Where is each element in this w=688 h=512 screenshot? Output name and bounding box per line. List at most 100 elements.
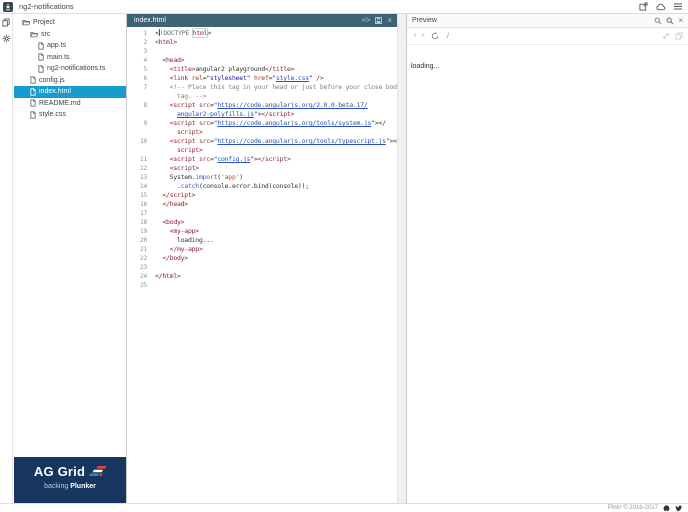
code-row: 10 <script src="https://code.angularjs.o…	[127, 137, 397, 146]
top-bar: ng2-notifications	[0, 0, 688, 14]
tree-item-index-html[interactable]: index.html	[14, 86, 126, 98]
file-icon	[38, 65, 44, 73]
tree-item-style-css[interactable]: style.css	[14, 109, 126, 121]
tab-index-html[interactable]: index.html	[127, 17, 166, 24]
code-row: 12 <script>	[127, 164, 397, 173]
ag-grid-sponsor-banner[interactable]: AG Grid backing Plunker	[14, 457, 126, 503]
sponsor-tagline: backing Plunker	[44, 483, 96, 490]
settings-gear-icon[interactable]	[2, 34, 11, 43]
zoom-in-icon[interactable]	[666, 17, 674, 25]
line-number: 16	[140, 201, 147, 208]
editor-pane: index.html </> × 1 <!DOCTYPE html> 2 <html>…	[127, 14, 406, 503]
refresh-icon[interactable]	[431, 32, 439, 40]
file-icon	[38, 42, 44, 50]
file-name: app.ts	[47, 42, 67, 50]
line-number: 24	[140, 273, 147, 280]
editor-scrollbar[interactable]	[397, 14, 406, 503]
zoom-out-icon[interactable]	[654, 17, 662, 25]
twitter-icon[interactable]	[675, 504, 683, 512]
file-name: Project	[33, 19, 55, 27]
code-row: 3	[127, 47, 397, 56]
line-number: 17	[140, 210, 147, 217]
tree-item-project[interactable]: Project	[14, 17, 126, 29]
code-row: 4 <head>	[127, 56, 397, 65]
line-number: 7	[143, 84, 148, 91]
ag-grid-logo-icon	[89, 465, 107, 478]
tree-item-app-ts[interactable]: app.ts	[14, 40, 126, 52]
line-number: 9	[143, 120, 148, 127]
code-row: 9 <script src="https://code.angularjs.or…	[127, 119, 397, 128]
tree-item-main-ts[interactable]: main.ts	[14, 52, 126, 64]
line-number: 11	[140, 156, 147, 163]
preview-url[interactable]: /	[447, 33, 658, 40]
line-number: 8	[143, 102, 148, 109]
editor-tab-bar: index.html </> ×	[127, 14, 397, 27]
code-row: 7 <!-- Place this tag in your head or ju…	[127, 83, 397, 92]
preview-content: loading...	[407, 45, 688, 73]
footer: Plnkr © 2016-2017	[0, 503, 688, 512]
code-row: tag. -->	[127, 92, 397, 101]
tree-item-ng2-notifications-ts[interactable]: ng2-notifications.ts	[14, 63, 126, 75]
line-number: 25	[140, 282, 147, 289]
line-number: 23	[140, 264, 147, 271]
line-number: 10	[140, 138, 147, 145]
resize-icon[interactable]	[662, 32, 670, 40]
folder-open-icon	[30, 31, 38, 38]
preview-header: Preview ×	[407, 14, 688, 28]
code-row: 5 <title>angular2 playground</title>	[127, 65, 397, 74]
plunker-logo-icon[interactable]	[3, 1, 13, 12]
code-row: 21 </my-app>	[127, 245, 397, 254]
code-view-icon[interactable]: </>	[362, 18, 371, 24]
line-number: 2	[143, 39, 148, 46]
copy-icon[interactable]	[2, 18, 10, 27]
line-number	[127, 146, 155, 155]
file-icon	[30, 88, 36, 96]
forward-icon[interactable]: ›	[421, 31, 425, 41]
code-row: 22 </body>	[127, 254, 397, 263]
tree-item-src[interactable]: src	[14, 29, 126, 41]
file-name: ng2-notifications.ts	[47, 65, 106, 73]
code-row: 2 <html>	[127, 38, 397, 47]
code-row: 23	[127, 263, 397, 272]
line-number: 1	[143, 30, 148, 37]
open-external-icon[interactable]	[639, 2, 648, 11]
close-preview-icon[interactable]: ×	[678, 16, 683, 25]
line-number: 15	[140, 192, 147, 199]
project-title: ng2-notifications	[19, 2, 74, 11]
file-icon	[30, 99, 36, 107]
code-row: 11 <script src="config.js"></script>	[127, 155, 397, 164]
sponsor-name: AG Grid	[33, 464, 86, 479]
line-number: 19	[140, 228, 147, 235]
preview-title: Preview	[412, 17, 437, 24]
code-row: 18 <body>	[127, 218, 397, 227]
close-tab-icon[interactable]: ×	[387, 16, 392, 24]
copyright: Plnkr © 2016-2017	[607, 505, 658, 511]
line-number: 3	[143, 48, 148, 55]
folder-open-icon	[22, 19, 30, 26]
github-icon[interactable]	[663, 504, 670, 512]
code-row: 19 <my-app>	[127, 227, 397, 236]
code-row: script>	[127, 146, 397, 155]
menu-icon[interactable]	[674, 3, 682, 10]
back-icon[interactable]: ‹	[413, 31, 417, 41]
left-toolbar	[0, 14, 13, 503]
code-row: 1 <!DOCTYPE html>	[127, 29, 397, 38]
popout-copy-icon[interactable]	[675, 32, 683, 40]
line-number: 13	[140, 174, 147, 181]
tree-item-config-js[interactable]: config.js	[14, 75, 126, 87]
preview-loading-text: loading...	[411, 63, 440, 70]
code-row: 14 .catch(console.error.bind(console));	[127, 182, 397, 191]
file-name: README.md	[39, 99, 81, 107]
file-name: style.css	[39, 111, 66, 119]
file-icon	[30, 111, 36, 119]
line-number: 21	[140, 246, 147, 253]
save-icon[interactable]	[375, 17, 383, 24]
line-number: 18	[140, 219, 147, 226]
line-number: 22	[140, 255, 147, 262]
code-editor[interactable]: 1 <!DOCTYPE html> 2 <html> 3 4 <head> 5 <title…	[127, 27, 397, 503]
line-number	[127, 128, 155, 137]
tree-item-readme-md[interactable]: README.md	[14, 98, 126, 110]
file-tree-panel: Project src app.ts main.ts ng2-notifications…	[14, 14, 127, 503]
cloud-export-icon[interactable]	[656, 3, 666, 11]
code-row: angular2-polyfills.js"></script>	[127, 110, 397, 119]
